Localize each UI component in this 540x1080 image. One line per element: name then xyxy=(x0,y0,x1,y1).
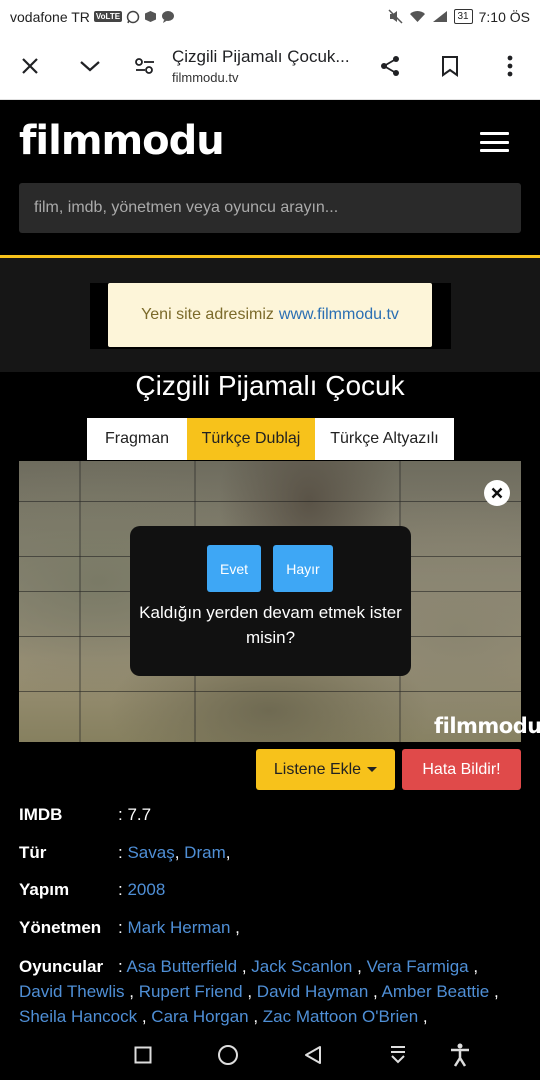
carrier-name: vodafone TR xyxy=(10,8,90,25)
home-icon[interactable] xyxy=(215,1042,241,1068)
cast-link[interactable]: David Thewlis xyxy=(19,982,125,1001)
new-address-notice: Yeni site adresimiz www.filmmodu.tv xyxy=(108,283,432,347)
cast-link[interactable]: Rupert Friend xyxy=(139,982,243,1001)
close-icon xyxy=(491,487,503,499)
search-input[interactable] xyxy=(19,183,521,233)
tab-fragman[interactable]: Fragman xyxy=(87,418,187,460)
battery-icon: 31 xyxy=(453,9,473,24)
site-settings-button[interactable] xyxy=(120,36,170,96)
notice-text: Yeni site adresimiz xyxy=(141,306,274,323)
signal-icon xyxy=(432,10,448,23)
genre-link[interactable]: Savaş xyxy=(127,843,174,862)
tab-turkce-altyazili[interactable]: Türkçe Altyazılı xyxy=(315,418,454,460)
bookmark-icon xyxy=(442,56,458,77)
tune-icon xyxy=(135,58,154,74)
recents-icon[interactable] xyxy=(130,1042,156,1068)
menu-icon[interactable] xyxy=(480,132,509,152)
genre-link[interactable]: Dram xyxy=(184,843,226,862)
share-icon xyxy=(381,56,399,76)
genre-label: Tür xyxy=(19,843,47,862)
status-bar: vodafone TR VoLTE 31 7:10 ÖS xyxy=(0,0,540,33)
cast-row: Oyuncular: Asa Butterfield , Jack Scanlo… xyxy=(19,954,524,1029)
director-label: Yönetmen xyxy=(19,918,102,937)
more-vert-icon xyxy=(507,55,513,77)
message-icon xyxy=(161,10,175,23)
add-to-list-label: Listene Ekle xyxy=(273,760,362,778)
whatsapp-icon xyxy=(126,10,140,24)
accessibility-icon[interactable] xyxy=(447,1042,473,1068)
back-icon[interactable] xyxy=(300,1042,326,1068)
year-label: Yapım xyxy=(19,880,70,899)
more-menu-button[interactable] xyxy=(480,36,540,96)
player-close-button[interactable] xyxy=(484,480,510,506)
movie-title: Çizgili Pijamalı Çocuk xyxy=(135,370,405,401)
resume-yes-button[interactable]: Evet xyxy=(207,545,261,592)
close-icon xyxy=(22,58,38,74)
page-title: Çizgili Pijamalı Çocuk... xyxy=(172,47,350,66)
genre-value: : Savaş, Dram, xyxy=(118,843,231,862)
resume-no-button[interactable]: Hayır xyxy=(273,545,333,592)
cast-link[interactable]: Cara Horgan xyxy=(151,1007,248,1026)
cast-link[interactable]: Vera Farmiga xyxy=(367,957,469,976)
cast-link[interactable]: Sheila Hancock xyxy=(19,1007,137,1026)
add-to-list-button[interactable]: Listene Ekle xyxy=(256,749,395,790)
page-url: filmmodu.tv xyxy=(172,70,239,85)
cast-link[interactable]: Amber Beattie xyxy=(382,982,490,1001)
share-button[interactable] xyxy=(360,36,420,96)
notice-link[interactable]: www.filmmodu.tv xyxy=(279,306,399,324)
browser-toolbar: Çizgili Pijamalı Çocuk... filmmodu.tv xyxy=(0,33,540,100)
wifi-icon xyxy=(409,10,426,23)
cast-link[interactable]: Asa Butterfield xyxy=(127,957,238,976)
collapse-button[interactable] xyxy=(60,36,120,96)
cast-link[interactable]: Zac Mattoon O'Brien xyxy=(263,1007,418,1026)
caret-down-icon xyxy=(367,767,378,772)
cast-link[interactable]: David Hayman xyxy=(257,982,369,1001)
clock: 7:10 ÖS xyxy=(478,8,530,25)
player-watermark: filmmodu xyxy=(434,714,540,738)
director-value: : Mark Herman , xyxy=(118,918,240,937)
year-value: : 2008 xyxy=(118,880,166,899)
site-logo[interactable]: filmmodu xyxy=(19,118,225,164)
imdb-value: : 7.7 xyxy=(118,805,152,824)
year-link[interactable]: 2008 xyxy=(127,880,165,899)
chevron-down-icon xyxy=(80,61,100,72)
close-tab-button[interactable] xyxy=(0,36,60,96)
volte-icon: VoLTE xyxy=(93,11,123,22)
mute-icon xyxy=(387,9,403,24)
cast-link[interactable]: Jack Scanlon xyxy=(251,957,352,976)
bookmark-button[interactable] xyxy=(420,36,480,96)
page-title-area[interactable]: Çizgili Pijamalı Çocuk... filmmodu.tv xyxy=(170,47,360,85)
tab-turkce-dublaj[interactable]: Türkçe Dublaj xyxy=(187,418,315,460)
source-tabs: Fragman Türkçe Dublaj Türkçe Altyazılı xyxy=(87,418,454,460)
cast-label: Oyuncular xyxy=(19,957,104,976)
package-icon xyxy=(144,10,157,23)
imdb-label: IMDB xyxy=(19,805,63,824)
resume-question: Kaldığın yerden devam etmek ister misin? xyxy=(139,603,402,647)
resume-dialog: Evet Hayır Kaldığın yerden devam etmek i… xyxy=(130,526,411,676)
notifications-pull-icon[interactable] xyxy=(385,1042,411,1068)
report-error-button[interactable]: Hata Bildir! xyxy=(402,749,521,790)
director-link[interactable]: Mark Herman xyxy=(127,918,230,937)
